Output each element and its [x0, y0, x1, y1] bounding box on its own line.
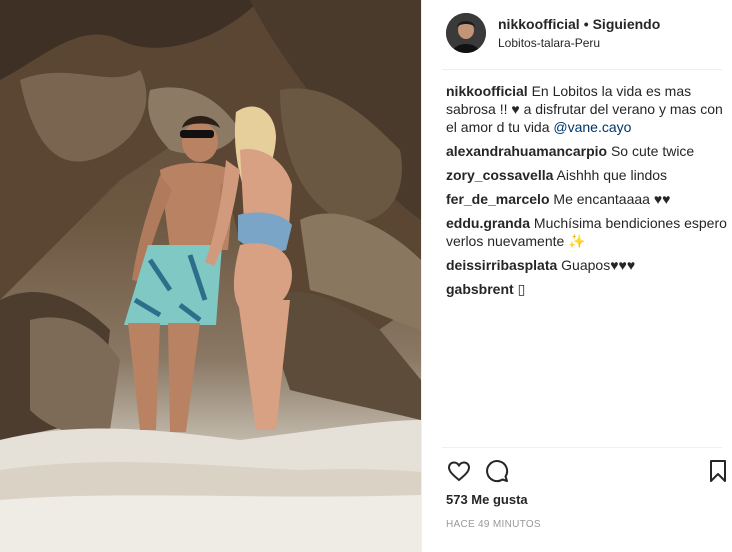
comment-mention[interactable]: @vane.cayo [553, 119, 631, 135]
header-separator: • [583, 16, 589, 32]
comment-item: eddu.granda Muchísima bendiciones espero… [446, 214, 731, 250]
post-side-panel: nikkoofficial • Siguiendo Lobitos-talara-P… [421, 0, 732, 552]
comments-list: nikkoofficial En Lobitos la vida es mas … [446, 82, 731, 304]
heart-outline-icon [447, 461, 471, 482]
comment-item: fer_de_marcelo Me encantaaaa ♥♥ [446, 190, 731, 208]
comment-item: deissirribasplata Guapos♥♥♥ [446, 256, 731, 274]
comment-item: gabsbrent ▯ [446, 280, 731, 298]
comment-text: Me encantaaaa ♥♥ [553, 191, 671, 207]
comment-text: So cute twice [610, 143, 695, 159]
avatar-image [446, 13, 486, 53]
post-location[interactable]: Lobitos-talara-Peru [498, 36, 660, 50]
post-photo[interactable] [0, 0, 421, 552]
instagram-post: nikkoofficial • Siguiendo Lobitos-talara-P… [0, 0, 732, 552]
comment-username[interactable]: nikkoofficial [446, 83, 528, 99]
comment-button[interactable] [484, 458, 510, 484]
comment-text: ▯ [517, 281, 526, 297]
post-actions [446, 458, 731, 486]
save-button[interactable] [705, 458, 731, 484]
author-avatar[interactable] [446, 13, 486, 53]
header-divider [442, 69, 722, 70]
comment-username[interactable]: deissirribasplata [446, 257, 557, 273]
actions-divider [442, 447, 722, 448]
comment-username[interactable]: eddu.granda [446, 215, 530, 231]
likes-count[interactable]: 573 Me gusta [446, 492, 528, 507]
comment-username[interactable]: zory_cossavella [446, 167, 553, 183]
comment-username[interactable]: fer_de_marcelo [446, 191, 550, 207]
comment-item: zory_cossavella Aishhh que lindos [446, 166, 731, 184]
follow-status-button[interactable]: Siguiendo [593, 16, 661, 32]
caption-comment: nikkoofficial En Lobitos la vida es mas … [446, 82, 731, 136]
photo-illustration [0, 0, 421, 552]
author-username[interactable]: nikkoofficial [498, 16, 580, 32]
bookmark-icon [710, 460, 726, 482]
post-timestamp[interactable]: HACE 49 MINUTOS [446, 519, 541, 530]
comment-username[interactable]: gabsbrent [446, 281, 514, 297]
post-header: nikkoofficial • Siguiendo Lobitos-talara-P… [446, 12, 660, 54]
comment-username[interactable]: alexandrahuamancarpio [446, 143, 607, 159]
comment-item: alexandrahuamancarpio So cute twice [446, 142, 731, 160]
comment-text: Guapos♥♥♥ [561, 257, 636, 273]
comment-text: Aishhh que lindos [556, 167, 668, 183]
comment-bubble-icon [486, 460, 509, 483]
like-button[interactable] [446, 458, 472, 484]
